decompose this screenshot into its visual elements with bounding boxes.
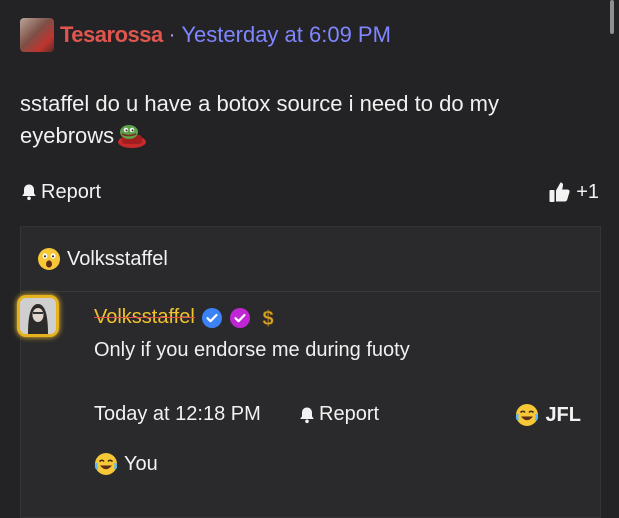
reply-header: Volksstaffel $ [94,306,279,329]
reacted-by: You [124,452,158,475]
thumbs-up-icon [549,182,570,202]
quote-author: Volksstaffel [67,247,168,270]
report-button[interactable]: Report [20,181,101,204]
report-label: Report [41,180,102,203]
divider [21,291,600,292]
verified-badge-icon [201,307,222,328]
bell-icon [22,184,36,201]
post-actions: Report +1 [20,176,599,208]
verified-badge-icon [229,307,250,328]
quote-header[interactable]: Volksstaffel [37,247,168,271]
portrait-image [20,298,56,334]
reply-report-label: Report [319,403,380,425]
post-username[interactable]: Tesarossa [60,22,163,48]
post-header: Tesarossa · Yesterday at 6:09 PM [20,17,391,53]
reply-avatar[interactable] [20,298,56,334]
bell-icon [300,407,314,423]
laughing-crying-emoji-icon [516,404,539,426]
reaction-summary[interactable]: +1 [548,180,599,204]
post-body: sstaffel do u have a botox source i need… [20,88,595,152]
post-text: sstaffel do u have a botox source i need… [20,91,500,148]
frog-emote-icon [118,125,147,148]
separator: · [168,23,176,46]
laughing-crying-emoji-icon [94,453,118,475]
reply-reaction-button[interactable]: JFL [515,403,581,427]
dollar-icon: $ [262,307,274,329]
reply-timestamp[interactable]: Today at 12:18 PM [94,403,261,426]
reply-reaction-label: JFL [545,403,581,426]
shocked-emoji-icon [38,248,60,270]
reaction-count: +1 [576,180,599,203]
reply-author[interactable]: Volksstaffel [94,306,195,329]
reply-report-button[interactable]: Report [298,403,379,426]
reply-text: Only if you endorse me during fuoty [94,339,410,361]
avatar[interactable] [20,18,54,52]
scrollbar[interactable] [610,0,614,34]
svg-text:$: $ [262,308,273,329]
reaction-list[interactable]: You [94,452,158,476]
post-timestamp[interactable]: Yesterday at 6:09 PM [181,22,391,48]
